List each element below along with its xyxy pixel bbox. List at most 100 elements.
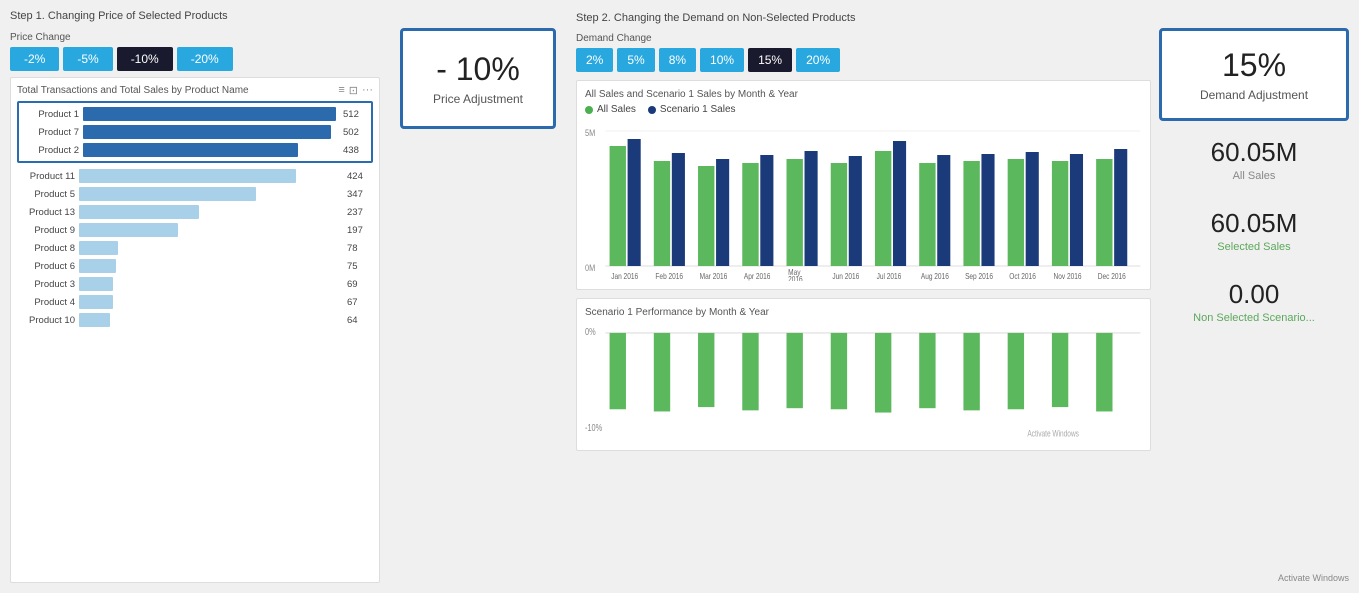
bar-outer xyxy=(79,241,340,255)
step2-title: Step 2. Changing the Demand on Non-Selec… xyxy=(576,12,855,24)
demand-btn-20[interactable]: 20% xyxy=(796,48,840,72)
demand-change-label: Demand Change xyxy=(576,33,652,44)
bar-row-product5: Product 5 347 xyxy=(17,185,373,203)
bar-blue-may xyxy=(805,151,818,266)
demand-buttons: 2% 5% 8% 10% 15% 20% xyxy=(576,48,1151,72)
svg-text:Oct 2016: Oct 2016 xyxy=(1009,271,1036,281)
bar-blue-apr xyxy=(760,155,773,266)
demand-btn-5[interactable]: 5% xyxy=(617,48,654,72)
bar-outer xyxy=(83,125,336,139)
sales-chart-area: 5M 0M xyxy=(585,121,1142,281)
more-icon[interactable]: ··· xyxy=(362,84,373,97)
bar-outer xyxy=(79,277,340,291)
bar-green-jul xyxy=(875,151,891,266)
selected-products-group: Product 1 512 Product 7 502 Product 2 xyxy=(17,101,373,163)
scenario-chart-title: Scenario 1 Performance by Month & Year xyxy=(585,307,1142,318)
bar-fill xyxy=(79,313,110,327)
demand-adjustment-box: 15% Demand Adjustment xyxy=(1159,28,1349,121)
bar-value: 78 xyxy=(347,243,373,254)
demand-btn-10[interactable]: 10% xyxy=(700,48,744,72)
bar-label: Product 10 xyxy=(17,315,75,326)
right-panel: 15% Demand Adjustment 60.05M All Sales 6… xyxy=(1159,10,1349,583)
price-btn-5[interactable]: -5% xyxy=(63,47,112,71)
middle-panel: Step 2. Changing the Demand on Non-Selec… xyxy=(576,10,1151,583)
bar-fill xyxy=(79,187,256,201)
bar-outer xyxy=(83,143,336,157)
step1-title: Step 1. Changing Price of Selected Produ… xyxy=(10,10,380,22)
svg-text:Aug 2016: Aug 2016 xyxy=(921,271,949,281)
bar-row-product2: Product 2 438 xyxy=(21,141,369,159)
bar-row-product10: Product 10 64 xyxy=(17,311,373,329)
demand-btn-2[interactable]: 2% xyxy=(576,48,613,72)
price-adjustment-box: - 10% Price Adjustment xyxy=(400,28,556,129)
bar-row-product7: Product 7 502 xyxy=(21,123,369,141)
bar-value: 438 xyxy=(343,145,369,156)
bar-outer xyxy=(79,205,340,219)
demand-adjustment-value: 15% xyxy=(1182,47,1326,84)
scenario-bar-sep xyxy=(963,333,979,410)
bar-label: Product 13 xyxy=(17,207,75,218)
price-btn-2[interactable]: -2% xyxy=(10,47,59,71)
bar-row-product11: Product 11 424 xyxy=(17,167,373,185)
bar-label: Product 4 xyxy=(17,297,75,308)
price-change-section: Price Change -2% -5% -10% -20% xyxy=(10,32,380,71)
bar-value: 69 xyxy=(347,279,373,290)
bar-value: 502 xyxy=(343,127,369,138)
bar-green-apr xyxy=(742,163,758,266)
bar-blue-jun xyxy=(849,156,862,266)
bar-value: 512 xyxy=(343,109,369,120)
price-btn-20[interactable]: -20% xyxy=(177,47,233,71)
svg-text:Mar 2016: Mar 2016 xyxy=(700,271,728,281)
scenario-bar-jan xyxy=(610,333,626,409)
middle-top: Step 2. Changing the Demand on Non-Selec… xyxy=(576,10,1151,72)
bar-fill xyxy=(83,143,298,157)
expand-icon[interactable]: ⊡ xyxy=(349,84,358,97)
sales-svg-chart: 5M 0M xyxy=(585,121,1142,281)
demand-change-section: Demand Change 2% 5% 8% 10% 15% 20% xyxy=(576,30,1151,72)
activate-windows-text: Activate Windows xyxy=(1159,573,1349,583)
bar-label: Product 9 xyxy=(17,225,75,236)
svg-text:Jun 2016: Jun 2016 xyxy=(832,271,859,281)
svg-text:5M: 5M xyxy=(585,128,595,138)
bar-blue-oct xyxy=(1026,152,1039,266)
scenario-chart-area: 0% -10% xyxy=(585,322,1142,442)
bar-row-product4: Product 4 67 xyxy=(17,293,373,311)
chart-card-header: Total Transactions and Total Sales by Pr… xyxy=(17,84,373,97)
bar-row-product8: Product 8 78 xyxy=(17,239,373,257)
bar-fill xyxy=(79,295,113,309)
legend-all-sales: All Sales xyxy=(585,104,636,115)
menu-icon[interactable]: ≡ xyxy=(338,84,344,97)
sales-chart-section: All Sales and Scenario 1 Sales by Month … xyxy=(576,80,1151,290)
svg-text:Apr 2016: Apr 2016 xyxy=(744,271,771,281)
bar-row-product6: Product 6 75 xyxy=(17,257,373,275)
bar-outer xyxy=(83,107,336,121)
bar-green-sep xyxy=(963,161,979,266)
svg-text:Feb 2016: Feb 2016 xyxy=(655,271,683,281)
bar-green-oct xyxy=(1008,159,1024,266)
price-adjustment-label: Price Adjustment xyxy=(433,92,523,106)
demand-btn-8[interactable]: 8% xyxy=(659,48,696,72)
bar-value: 197 xyxy=(347,225,373,236)
bar-green-mar xyxy=(698,166,714,266)
bar-outer xyxy=(79,223,340,237)
bar-row-product1: Product 1 512 xyxy=(21,105,369,123)
bar-label: Product 6 xyxy=(17,261,75,272)
bar-outer xyxy=(79,313,340,327)
scenario-bar-jul xyxy=(875,333,891,413)
demand-btn-15[interactable]: 15% xyxy=(748,48,792,72)
svg-text:0%: 0% xyxy=(585,326,596,337)
selected-sales-value: 60.05M xyxy=(1159,208,1349,239)
bar-label: Product 3 xyxy=(17,279,75,290)
svg-text:Activate Windows: Activate Windows xyxy=(1027,429,1079,439)
bar-row-product3: Product 3 69 xyxy=(17,275,373,293)
bar-blue-aug xyxy=(937,155,950,266)
bar-fill xyxy=(79,241,118,255)
legend-scenario-sales: Scenario 1 Sales xyxy=(648,104,736,115)
bar-row-product13: Product 13 237 xyxy=(17,203,373,221)
bar-green-nov xyxy=(1052,161,1068,266)
scenario-bar-feb xyxy=(654,333,670,412)
bar-fill xyxy=(83,125,331,139)
bar-blue-dec xyxy=(1114,149,1127,266)
price-btn-10[interactable]: -10% xyxy=(117,47,173,71)
chart-card-icons: ≡ ⊡ ··· xyxy=(338,84,373,97)
